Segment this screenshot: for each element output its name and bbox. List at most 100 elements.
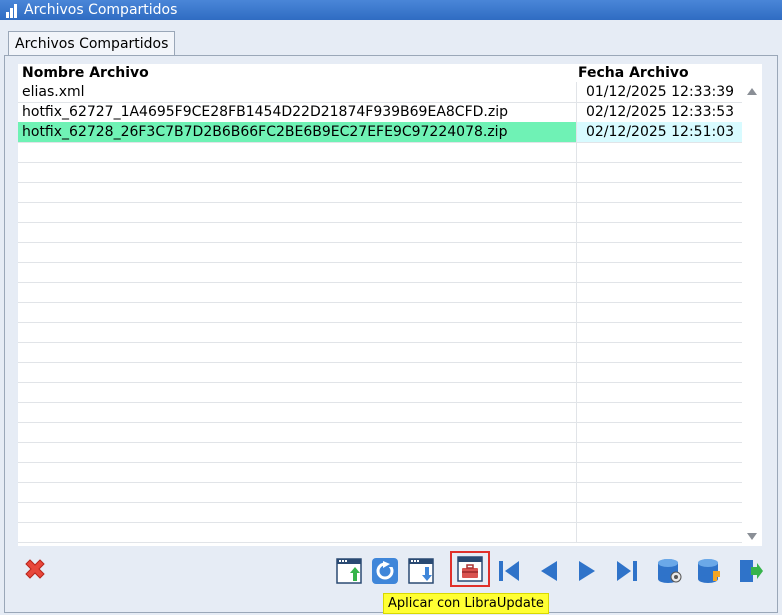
- delete-button[interactable]: [20, 556, 50, 586]
- cell-file-name: [18, 162, 576, 182]
- table-row[interactable]: [18, 282, 742, 303]
- cell-file-date: [576, 282, 743, 302]
- cell-file-date: [576, 502, 743, 522]
- table-row[interactable]: [18, 402, 742, 423]
- database-refresh-button[interactable]: [694, 556, 724, 586]
- cell-file-name: [18, 282, 576, 302]
- first-record-button[interactable]: [494, 556, 524, 586]
- table-row[interactable]: [18, 242, 742, 263]
- cell-file-date: [576, 482, 743, 502]
- window-upload-icon: [336, 558, 362, 584]
- skip-last-icon: [617, 561, 637, 581]
- cell-file-date: [576, 162, 743, 182]
- cell-file-name: [18, 482, 576, 502]
- column-header-date[interactable]: Fecha Archivo: [578, 64, 689, 82]
- cell-file-name: [18, 262, 576, 282]
- cell-file-date: [576, 242, 743, 262]
- table-row[interactable]: hotfix_62728_26F3C7B7D2B6B66FC2BE6B9EC27…: [18, 122, 743, 143]
- cell-file-date: [576, 442, 743, 462]
- previous-arrow-icon: [541, 561, 557, 581]
- cell-file-date: [576, 202, 743, 222]
- table-row[interactable]: [18, 442, 742, 463]
- grid-rows: elias.xml 01/12/2025 12:33:39 hotfix_62727…: [18, 82, 743, 546]
- cell-file-name: [18, 342, 576, 362]
- cell-file-name: hotfix_62727_1A4695F9CE28FB1454D22D21874…: [22, 104, 508, 120]
- table-row[interactable]: [18, 142, 742, 163]
- table-row[interactable]: [18, 342, 742, 363]
- cell-file-date: [576, 522, 743, 542]
- cell-file-name: [18, 142, 576, 162]
- previous-record-button[interactable]: [534, 556, 564, 586]
- cell-file-name: [18, 362, 576, 382]
- exit-button[interactable]: [736, 556, 766, 586]
- refresh-icon: [372, 558, 398, 584]
- table-row[interactable]: [18, 382, 742, 403]
- database-gear-icon: [658, 559, 682, 583]
- table-row[interactable]: elias.xml 01/12/2025 12:33:39: [18, 82, 742, 103]
- table-row[interactable]: [18, 522, 742, 543]
- cell-file-date: 01/12/2025 12:33:39: [576, 82, 743, 102]
- app-bars-icon: [6, 2, 22, 18]
- cell-file-date: [576, 422, 743, 442]
- upload-file-button[interactable]: [334, 556, 364, 586]
- cell-file-name: [18, 422, 576, 442]
- cell-file-date: [576, 182, 743, 202]
- download-file-button[interactable]: [406, 556, 436, 586]
- exit-door-icon: [740, 560, 763, 582]
- cell-file-date: [576, 222, 743, 242]
- cell-file-name: [18, 302, 576, 322]
- table-row[interactable]: [18, 222, 742, 243]
- cell-file-name: hotfix_62728_26F3C7B7D2B6B66FC2BE6B9EC27…: [18, 122, 576, 142]
- window-title-bar[interactable]: Archivos Compartidos: [0, 0, 782, 20]
- table-row[interactable]: [18, 362, 742, 383]
- cell-file-name: elias.xml: [22, 84, 85, 100]
- column-header-name[interactable]: Nombre Archivo: [22, 64, 149, 82]
- last-record-button[interactable]: [612, 556, 642, 586]
- table-row[interactable]: [18, 482, 742, 503]
- files-grid: Nombre Archivo Fecha Archivo elias.xml 01…: [18, 64, 762, 546]
- table-row[interactable]: [18, 162, 742, 183]
- cell-file-date: [576, 302, 743, 322]
- tooltip-apply-libraupdate: Aplicar con LibraUpdate: [383, 593, 549, 614]
- next-arrow-icon: [579, 561, 595, 581]
- next-record-button[interactable]: [572, 556, 602, 586]
- window-title: Archivos Compartidos: [24, 2, 178, 18]
- cell-file-date: [576, 322, 743, 342]
- tab-archivos-compartidos[interactable]: Archivos Compartidos: [8, 31, 176, 56]
- skip-first-icon: [499, 561, 519, 581]
- cell-file-name: [18, 522, 576, 542]
- table-row[interactable]: [18, 202, 742, 223]
- cell-file-date: [576, 142, 743, 162]
- cell-file-name: [18, 182, 576, 202]
- database-settings-button[interactable]: [654, 556, 684, 586]
- database-sync-icon: [698, 559, 720, 583]
- vertical-scrollbar[interactable]: [742, 82, 762, 546]
- table-row[interactable]: [18, 182, 742, 203]
- table-row[interactable]: [18, 302, 742, 323]
- cell-file-date: 02/12/2025 12:33:53: [576, 102, 743, 122]
- table-row[interactable]: [18, 422, 742, 443]
- cell-file-date: [576, 342, 743, 362]
- cell-file-date: [576, 382, 743, 402]
- red-x-icon: [25, 559, 45, 579]
- cell-file-name: [18, 442, 576, 462]
- table-row[interactable]: hotfix_62727_1A4695F9CE28FB1454D22D21874…: [18, 102, 742, 123]
- cell-file-date: [576, 362, 743, 382]
- cell-file-name: [18, 502, 576, 522]
- scroll-up-arrow-icon[interactable]: [747, 88, 757, 95]
- cell-file-name: [18, 242, 576, 262]
- refresh-button[interactable]: [370, 556, 400, 586]
- cell-file-date: [576, 262, 743, 282]
- cell-file-date: [576, 462, 743, 482]
- cell-file-name: [18, 202, 576, 222]
- table-row[interactable]: [18, 262, 742, 283]
- scroll-down-arrow-icon[interactable]: [747, 533, 757, 540]
- cell-file-date: 02/12/2025 12:51:03: [576, 122, 743, 142]
- table-row[interactable]: [18, 462, 742, 483]
- window-download-icon: [408, 558, 434, 584]
- cell-file-date: [576, 402, 743, 422]
- table-row[interactable]: [18, 322, 742, 343]
- apply-libraupdate-button[interactable]: [450, 551, 490, 587]
- cell-file-name: [18, 462, 576, 482]
- table-row[interactable]: [18, 502, 742, 523]
